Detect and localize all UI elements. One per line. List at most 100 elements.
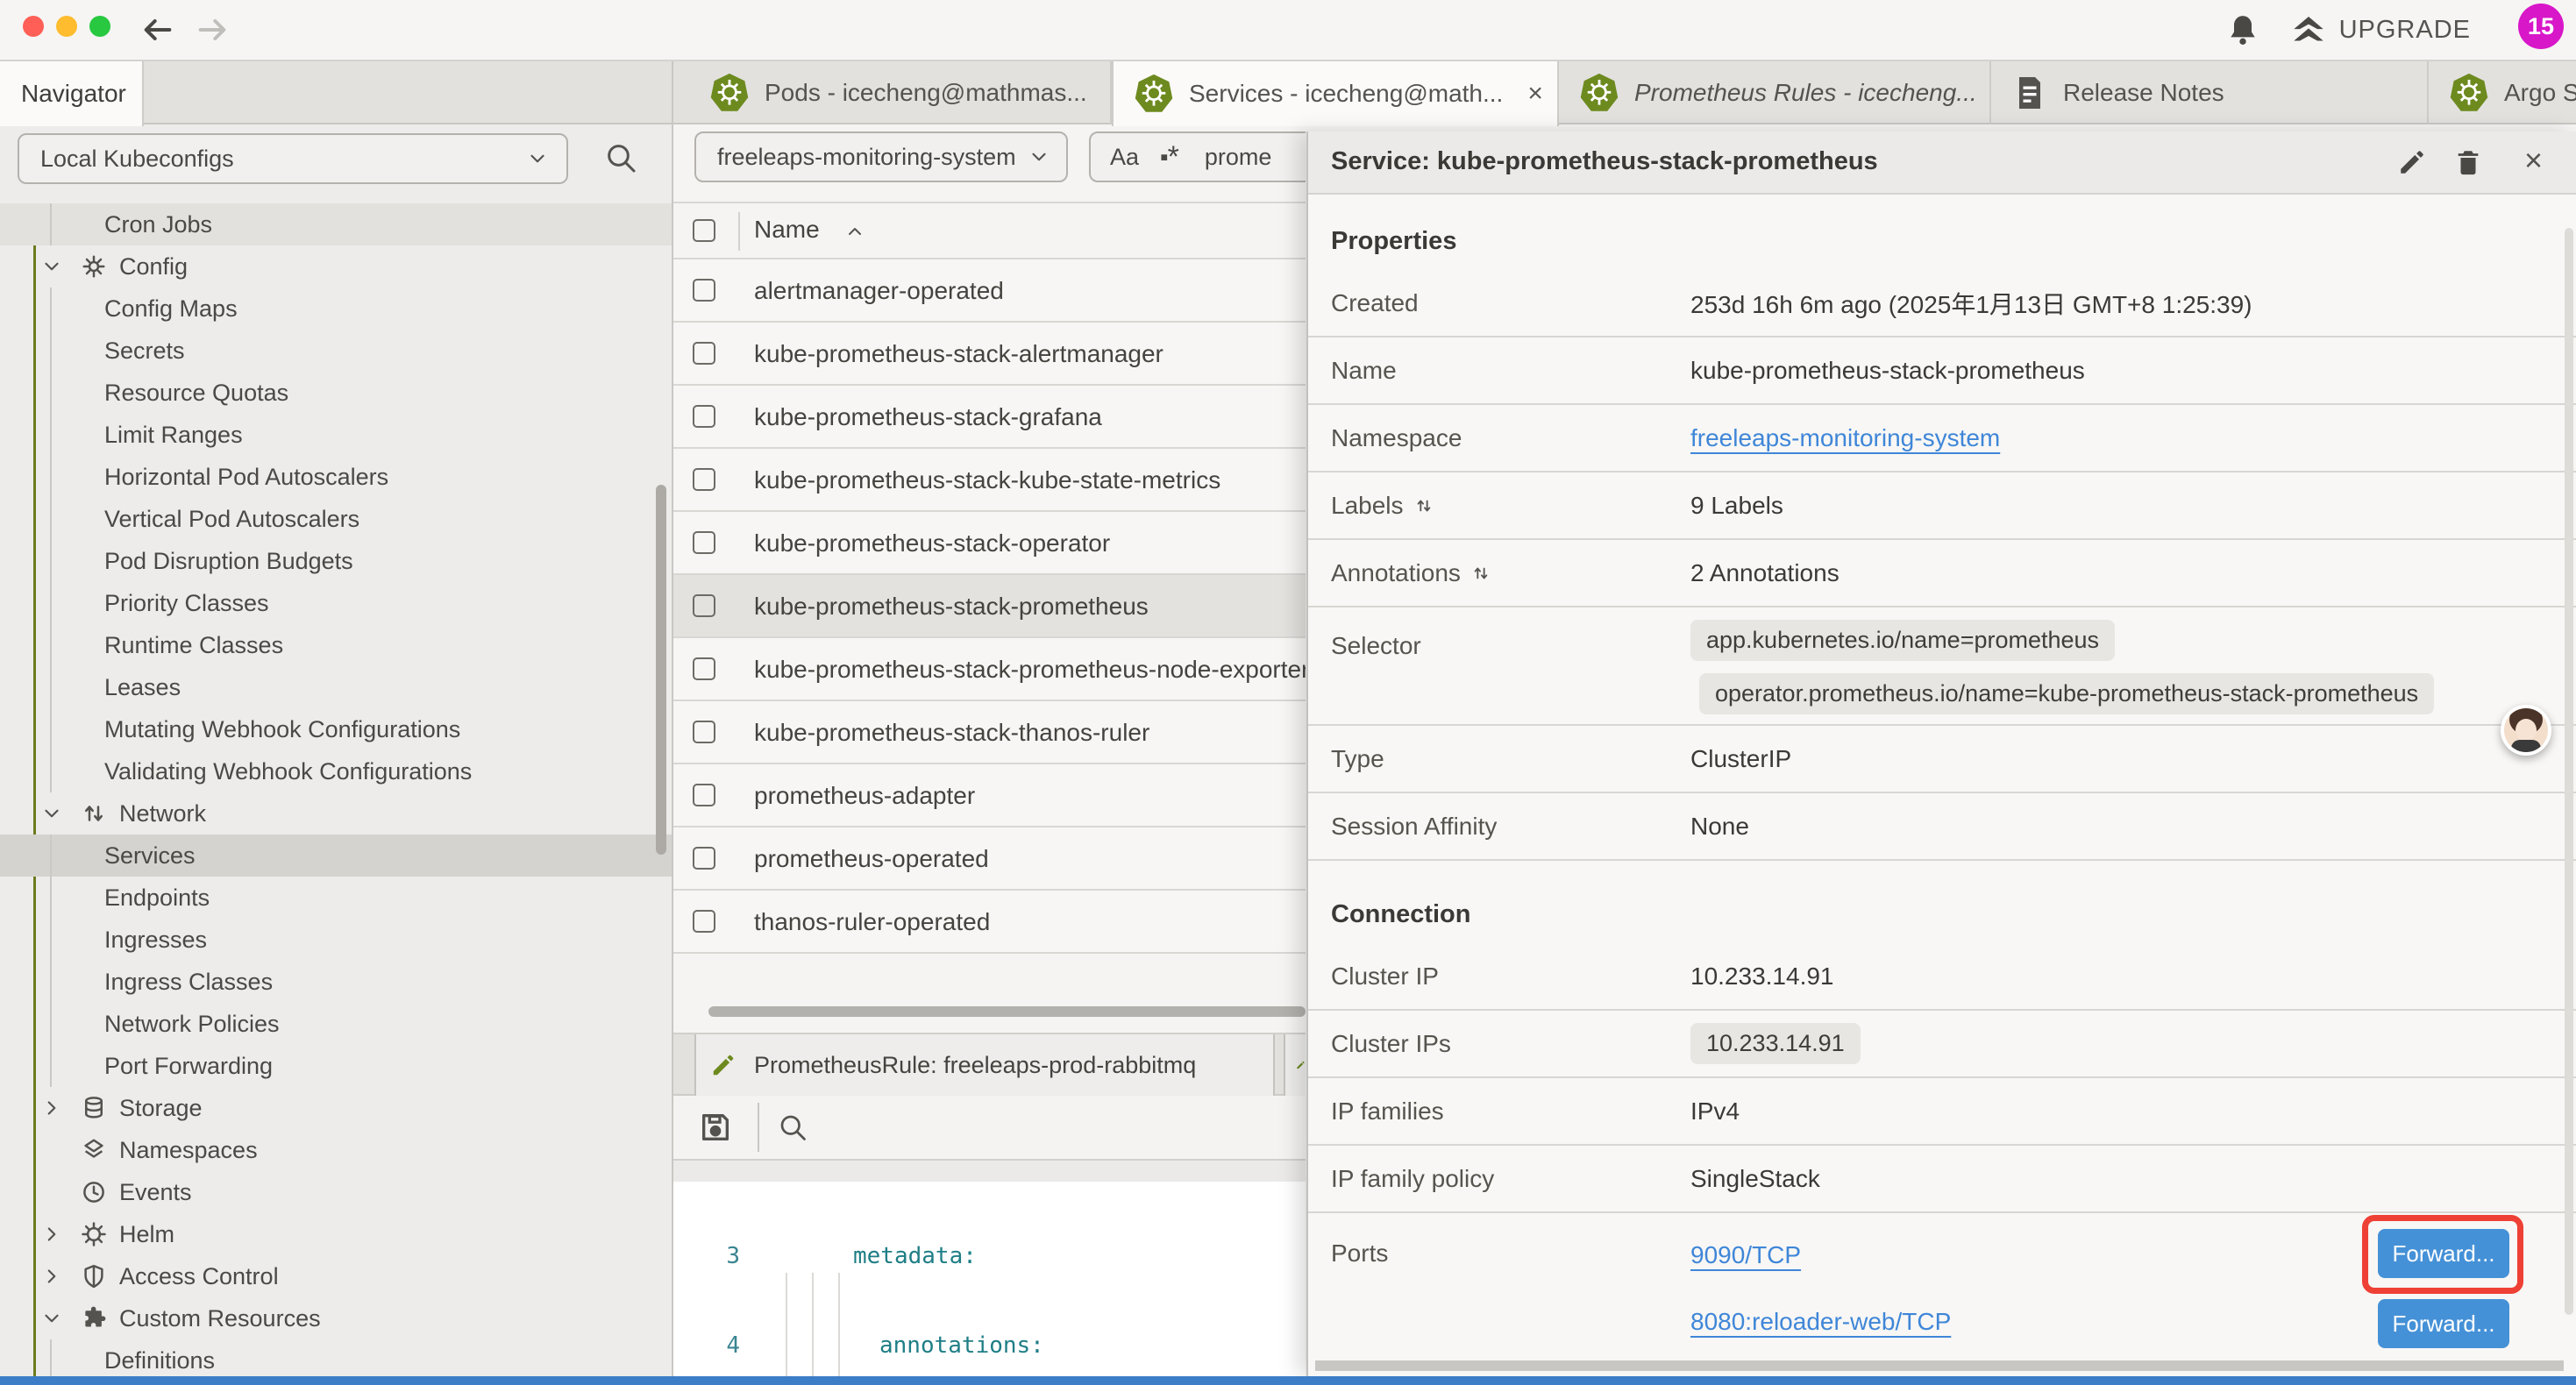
- editor-tab-prometheusrule[interactable]: PrometheusRule: freeleaps-prod-rabbitmq: [694, 1034, 1275, 1096]
- sidebar-item-secrets[interactable]: Secrets: [0, 330, 672, 372]
- sidebar-item-mutating-webhook-configurations[interactable]: Mutating Webhook Configurations: [0, 708, 672, 750]
- sidebar-item-limit-ranges[interactable]: Limit Ranges: [0, 414, 672, 456]
- table-row[interactable]: kube-prometheus-stack-thanos-ruler: [673, 701, 1306, 764]
- kubeconfig-select[interactable]: Local Kubeconfigs: [18, 133, 568, 184]
- sidebar-item-events[interactable]: Events: [0, 1171, 672, 1213]
- sidebar-item-runtime-classes[interactable]: Runtime Classes: [0, 624, 672, 666]
- tab-release-notes[interactable]: Release Notes: [1991, 61, 2429, 124]
- bell-icon[interactable]: [2225, 12, 2260, 47]
- row-checkbox[interactable]: [693, 531, 715, 554]
- edit-icon[interactable]: [2397, 147, 2427, 177]
- table-row[interactable]: prometheus-operated: [673, 827, 1306, 891]
- sidebar-search-icon[interactable]: [603, 140, 638, 175]
- sidebar-item-network-policies[interactable]: Network Policies: [0, 1003, 672, 1045]
- window-zoom-button[interactable]: [89, 16, 110, 37]
- table-row[interactable]: kube-prometheus-stack-prometheus: [673, 575, 1306, 638]
- sidebar-item-validating-webhook-configurations[interactable]: Validating Webhook Configurations: [0, 750, 672, 792]
- row-checkbox[interactable]: [693, 721, 715, 743]
- sidebar-item-network[interactable]: Network: [0, 792, 672, 835]
- close-icon[interactable]: ×: [2524, 142, 2543, 179]
- document-icon: [2014, 75, 2046, 110]
- sidebar-item-endpoints[interactable]: Endpoints: [0, 877, 672, 919]
- tab-services-icecheng-math[interactable]: Services - icecheng@math...×: [1112, 61, 1559, 126]
- regex-toggle[interactable]: ▪*: [1160, 140, 1178, 174]
- delete-icon[interactable]: [2453, 147, 2483, 177]
- close-tab-icon[interactable]: ×: [1527, 79, 1543, 109]
- row-checkbox[interactable]: [693, 279, 715, 302]
- drawer-bottom-scrollbar[interactable]: [1315, 1360, 2564, 1371]
- table-row[interactable]: alertmanager-operated: [673, 259, 1306, 323]
- sort-updown-icon[interactable]: [1414, 495, 1434, 516]
- yaml-editor[interactable]: 3 metadata: 4 annotations: 5 kubectl.kub…: [673, 1182, 1306, 1376]
- editor-search-icon[interactable]: [777, 1112, 808, 1143]
- sidebar-item-custom-resources[interactable]: Custom Resources: [0, 1297, 672, 1339]
- forward-arrow-icon[interactable]: [195, 12, 230, 47]
- tree-indent-guide: [50, 203, 52, 245]
- row-checkbox[interactable]: [693, 468, 715, 491]
- row-checkbox[interactable]: [693, 784, 715, 806]
- sidebar-item-resource-quotas[interactable]: Resource Quotas: [0, 372, 672, 414]
- upgrade-button[interactable]: UPGRADE: [2290, 12, 2471, 47]
- sidebar-item-helm[interactable]: Helm: [0, 1213, 672, 1255]
- sidebar-item-access-control[interactable]: Access Control: [0, 1255, 672, 1297]
- table-row[interactable]: kube-prometheus-stack-alertmanager: [673, 323, 1306, 386]
- connection-heading: Connection: [1308, 861, 2576, 943]
- sidebar-item-config-maps[interactable]: Config Maps: [0, 288, 672, 330]
- notification-badge[interactable]: 15: [2518, 4, 2564, 49]
- horizontal-scrollbar[interactable]: [708, 1006, 1306, 1017]
- sidebar-item-ingress-classes[interactable]: Ingress Classes: [0, 961, 672, 1003]
- editor-tab-partial[interactable]: [1284, 1034, 1306, 1096]
- row-checkbox[interactable]: [693, 594, 715, 617]
- avatar[interactable]: [2501, 705, 2551, 756]
- forward-button-8080[interactable]: Forward...: [2378, 1299, 2509, 1348]
- sidebar-item-config[interactable]: Config: [0, 245, 672, 288]
- sidebar-item-port-forwarding[interactable]: Port Forwarding: [0, 1045, 672, 1087]
- back-arrow-icon[interactable]: [140, 12, 175, 47]
- sidebar-item-leases[interactable]: Leases: [0, 666, 672, 708]
- window-minimize-button[interactable]: [56, 16, 77, 37]
- match-case-toggle[interactable]: Aa: [1110, 144, 1139, 171]
- row-checkbox[interactable]: [693, 910, 715, 933]
- row-checkbox[interactable]: [693, 847, 715, 870]
- sidebar-item-horizontal-pod-autoscalers[interactable]: Horizontal Pod Autoscalers: [0, 456, 672, 498]
- sidebar-item-storage[interactable]: Storage: [0, 1087, 672, 1129]
- table-row[interactable]: thanos-ruler-operated: [673, 891, 1306, 954]
- tab-argo-se[interactable]: Argo Se: [2429, 61, 2576, 124]
- service-name: alertmanager-operated: [754, 277, 1004, 305]
- sidebar-item-namespaces[interactable]: Namespaces: [0, 1129, 672, 1171]
- kubernetes-icon: [1580, 73, 1619, 113]
- name-column-header[interactable]: Name: [754, 216, 820, 244]
- sidebar-item-pod-disruption-budgets[interactable]: Pod Disruption Budgets: [0, 540, 672, 582]
- table-row[interactable]: prometheus-adapter: [673, 764, 1306, 827]
- sidebar-item-ingresses[interactable]: Ingresses: [0, 919, 672, 961]
- sidebar-item-vertical-pod-autoscalers[interactable]: Vertical Pod Autoscalers: [0, 498, 672, 540]
- table-row[interactable]: kube-prometheus-stack-prometheus-node-ex…: [673, 638, 1306, 701]
- row-checkbox[interactable]: [693, 405, 715, 428]
- sidebar-item-cron-jobs[interactable]: Cron Jobs: [0, 203, 672, 245]
- window-close-button[interactable]: [23, 16, 44, 37]
- row-checkbox[interactable]: [693, 657, 715, 680]
- tab-prometheus-rules-icecheng[interactable]: Prometheus Rules - icecheng...: [1559, 61, 1991, 124]
- filter-search-input[interactable]: Aa ▪* prome: [1089, 131, 1306, 182]
- table-row[interactable]: kube-prometheus-stack-kube-state-metrics: [673, 449, 1306, 512]
- port-link-8080[interactable]: 8080:reloader-web/TCP: [1690, 1308, 1951, 1336]
- tab-navigator[interactable]: Navigator: [0, 61, 144, 126]
- drawer-scrollbar[interactable]: [2565, 228, 2573, 1315]
- drawer-content: Properties Created 253d 16h 6m ago (2025…: [1308, 195, 2576, 1376]
- sidebar-scrollbar[interactable]: [656, 485, 666, 855]
- port-link-9090[interactable]: 9090/TCP: [1690, 1241, 1801, 1269]
- namespace-link[interactable]: freeleaps-monitoring-system: [1690, 424, 2000, 452]
- save-icon[interactable]: [698, 1110, 733, 1145]
- select-all-checkbox[interactable]: [693, 219, 715, 242]
- row-checkbox[interactable]: [693, 342, 715, 365]
- sidebar-item-definitions[interactable]: Definitions: [0, 1339, 672, 1376]
- sort-ascending-icon[interactable]: [844, 221, 865, 242]
- tree-indent-guide: [50, 877, 52, 919]
- sort-updown-icon[interactable]: [1471, 563, 1491, 584]
- table-row[interactable]: kube-prometheus-stack-operator: [673, 512, 1306, 575]
- tab-pods-icecheng-mathmas[interactable]: Pods - icecheng@mathmas...: [689, 61, 1112, 124]
- namespace-select[interactable]: freeleaps-monitoring-system: [694, 131, 1068, 182]
- sidebar-item-services[interactable]: Services: [0, 835, 672, 877]
- sidebar-item-priority-classes[interactable]: Priority Classes: [0, 582, 672, 624]
- table-row[interactable]: kube-prometheus-stack-grafana: [673, 386, 1306, 449]
